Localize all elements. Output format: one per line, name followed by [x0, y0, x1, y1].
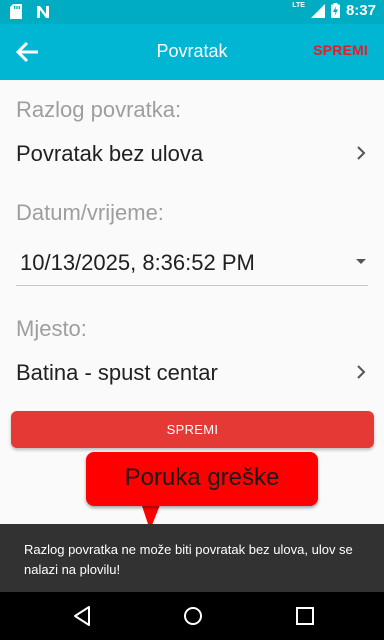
clock: 8:37 [345, 2, 376, 19]
signal-icon [310, 3, 325, 18]
location-value: Batina - spust centar [16, 360, 218, 385]
error-snackbar: Razlog povratka ne može biti povratak be… [0, 524, 384, 592]
system-nav-bar [0, 592, 384, 640]
location-label: Mjesto: [16, 316, 87, 341]
callout-text: Poruka greške [124, 464, 280, 491]
back-triangle-icon[interactable] [70, 604, 94, 628]
network-type: LTE [292, 2, 305, 9]
save-button[interactable]: SPREMI [11, 411, 374, 448]
battery-charging-icon [330, 3, 340, 18]
dropdown-arrow-icon [356, 259, 366, 264]
snackbar-message: Razlog povratka ne može biti povratak be… [24, 542, 353, 577]
toolbar-save-button[interactable]: SPREMI [313, 42, 368, 58]
home-circle-icon[interactable] [181, 604, 205, 628]
error-callout: Poruka greške [86, 452, 318, 506]
status-bar: LTE 8:37 [0, 0, 384, 24]
datetime-picker[interactable]: 10/13/2025, 8:36:52 PM [16, 242, 368, 286]
recents-square-icon[interactable] [293, 604, 317, 628]
sd-card-icon [10, 4, 22, 19]
reason-selector[interactable]: Povratak bez ulova [16, 133, 372, 173]
notification-n-icon [37, 5, 49, 18]
location-selector[interactable]: Batina - spust centar [16, 352, 372, 392]
reason-value: Povratak bez ulova [16, 141, 204, 166]
datetime-label: Datum/vrijeme: [16, 200, 164, 225]
app-bar: Povratak SPREMI [0, 24, 384, 80]
chevron-right-icon [357, 365, 366, 379]
chevron-right-icon [357, 146, 366, 160]
datetime-value: 10/13/2025, 8:36:52 PM [20, 250, 255, 275]
reason-label: Razlog povratka: [16, 97, 182, 122]
